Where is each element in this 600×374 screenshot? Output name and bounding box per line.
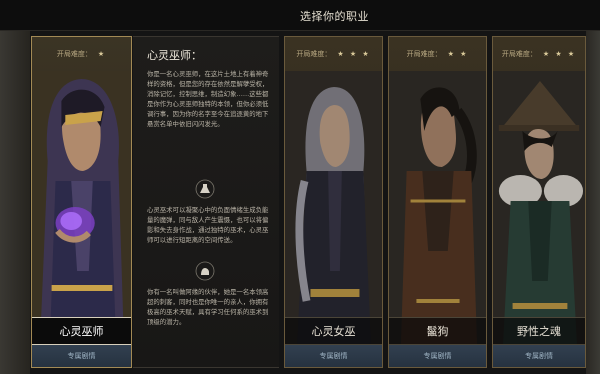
portrait-mind-wizard: [32, 71, 131, 349]
portrait-mind-witch: [285, 71, 382, 349]
difficulty-stars: ★ ★: [447, 50, 469, 58]
portrait-hyena: [389, 71, 486, 349]
difficulty-row: 开局难度： ★: [32, 37, 131, 71]
difficulty-stars: ★ ★ ★: [542, 50, 577, 58]
potion-icon: [195, 179, 215, 199]
description-paragraph-1: 你是一名心灵巫师，在这片土地上有着神奇样的资格，但是您的存在依然是解孽受权，消除…: [147, 70, 269, 128]
description-title: 心灵巫师：: [147, 49, 202, 62]
background-right: [586, 30, 600, 374]
description-paragraph-3: 你有一名叫做阿缘的伙伴，她是一名本领高超的刺客，同时也是你唯一的亲人，你拥有极高…: [147, 288, 269, 326]
portrait-wild-soul: [493, 71, 585, 349]
class-name: 心灵巫师: [32, 317, 131, 345]
difficulty-label: 开局难度：: [406, 50, 442, 58]
background-left: [0, 30, 30, 374]
difficulty-stars: ★: [97, 50, 107, 58]
class-description-panel: 心灵巫师： 你是一名心灵巫师，在这片土地上有着神奇样的资格，但是您的存在依然是解…: [133, 36, 279, 368]
class-card-mind-wizard[interactable]: 开局难度： ★ 心灵巫师 专属剧情: [31, 36, 132, 368]
difficulty-stars: ★ ★ ★: [337, 50, 371, 58]
difficulty-label: 开局难度：: [501, 50, 537, 58]
page-title: 选择你的职业: [300, 10, 369, 23]
story-button[interactable]: 专属剧情: [493, 345, 585, 367]
hand-icon: [195, 261, 215, 281]
class-name: 心灵女巫: [285, 317, 382, 345]
class-card-wild-soul[interactable]: 开局难度： ★ ★ ★ 野性之魂 专属剧情: [492, 36, 586, 368]
difficulty-label: 开局难度：: [56, 50, 92, 58]
story-button[interactable]: 专属剧情: [389, 345, 486, 367]
class-name: 鬣狗: [389, 317, 486, 345]
difficulty-row: 开局难度： ★ ★ ★: [493, 37, 585, 71]
difficulty-row: 开局难度： ★ ★: [389, 37, 486, 71]
difficulty-label: 开局难度：: [296, 50, 332, 58]
difficulty-row: 开局难度： ★ ★ ★: [285, 37, 382, 71]
description-paragraph-2: 心灵巫术可以凝聚心中的负面情绪生成负能量的魔弹，同与敌人产生震慑，也可以将偏影和…: [147, 206, 269, 244]
story-button[interactable]: 专属剧情: [32, 345, 131, 367]
class-card-mind-witch[interactable]: 开局难度： ★ ★ ★ 心灵女巫 专属剧情: [284, 36, 383, 368]
class-name: 野性之魂: [493, 317, 585, 345]
class-card-hyena[interactable]: 开局难度： ★ ★ 鬣狗 专属剧情: [388, 36, 487, 368]
title-bar: 选择你的职业: [0, 0, 600, 31]
story-button[interactable]: 专属剧情: [285, 345, 382, 367]
